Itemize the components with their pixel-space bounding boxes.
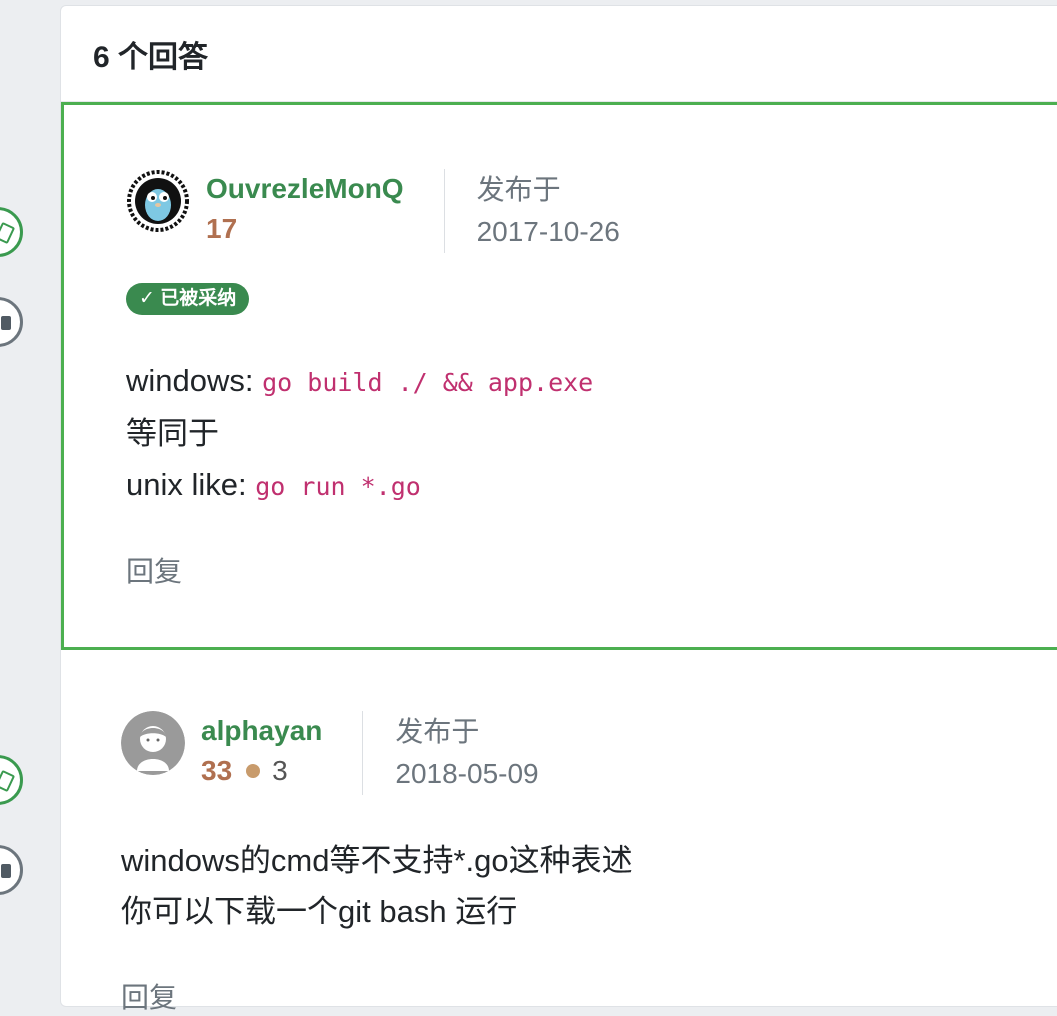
reputation-line: 17 xyxy=(206,209,404,249)
meta-divider xyxy=(362,711,364,795)
reputation-score: 17 xyxy=(206,213,238,244)
body-text: unix like: xyxy=(126,467,256,502)
body-line: windows: go build ./ && app.exe xyxy=(126,355,593,408)
bronze-badge-icon xyxy=(246,764,261,778)
accepted-badge: ✓ 已被采纳 xyxy=(126,283,250,315)
reply-link[interactable]: 回复 xyxy=(121,976,177,1016)
date-value: 2018-05-09 xyxy=(395,758,539,789)
inline-code: go build ./ && app.exe xyxy=(262,368,594,397)
answer-meta: OuvrezleMonQ 17 发布于 2017-10-26 xyxy=(126,169,620,253)
answer-body: windows的cmd等不支持*.go这种表述 你可以下载一个git bash … xyxy=(121,835,633,937)
user-info: alphayan 33 3 xyxy=(201,711,322,791)
answers-count-title: 6 个回答 xyxy=(93,40,209,74)
date-label: 发布于 xyxy=(395,716,480,747)
bookmark-icon xyxy=(1,864,11,878)
bookmark-button[interactable] xyxy=(0,845,23,895)
body-line: windows的cmd等不支持*.go这种表述 xyxy=(121,843,633,878)
default-user-avatar[interactable] xyxy=(121,711,185,775)
user-info: OuvrezleMonQ 17 xyxy=(206,169,404,249)
date-value: 2017-10-26 xyxy=(476,216,620,247)
body-line: 等同于 xyxy=(126,416,219,451)
vote-button[interactable] xyxy=(0,755,23,805)
thumb-up-icon xyxy=(0,221,16,245)
gopher-avatar[interactable] xyxy=(126,169,190,233)
bronze-badge-count: 3 xyxy=(272,755,288,786)
answers-panel: 6 个回答 OuvrezleMonQ 17 发布于 2017-10-26 ✓ 已… xyxy=(60,5,1057,1013)
inline-code: go run *.go xyxy=(255,472,421,501)
left-action-rail xyxy=(0,0,60,991)
username-link[interactable]: OuvrezleMonQ xyxy=(206,169,404,209)
meta-divider xyxy=(443,169,445,253)
accepted-answer: OuvrezleMonQ 17 发布于 2017-10-26 ✓ 已被采纳 wi… xyxy=(61,102,1057,650)
answer-meta: alphayan 33 3 发布于 2018-05-09 xyxy=(121,711,539,795)
date-label: 发布于 xyxy=(476,174,561,205)
reputation-line: 33 3 xyxy=(201,751,322,791)
bookmark-button[interactable] xyxy=(0,297,23,347)
body-line: unix like: go run *.go xyxy=(126,459,593,512)
reputation-score: 33 xyxy=(201,755,233,786)
reply-link[interactable]: 回复 xyxy=(126,550,182,590)
body-text: windows: xyxy=(126,363,263,398)
answers-header: 6 个回答 xyxy=(61,6,1057,102)
username-link[interactable]: alphayan xyxy=(201,711,322,751)
bookmark-icon xyxy=(1,316,11,330)
post-date: 发布于 2018-05-09 xyxy=(395,711,538,795)
body-line: 你可以下载一个git bash 运行 xyxy=(121,894,518,929)
answer: alphayan 33 3 发布于 2018-05-09 windows的cmd… xyxy=(61,651,1057,1013)
post-date: 发布于 2017-10-26 xyxy=(477,169,620,253)
vote-button[interactable] xyxy=(0,207,23,257)
thumb-up-icon xyxy=(0,769,16,793)
answer-body: windows: go build ./ && app.exe 等同于 unix… xyxy=(126,355,593,512)
